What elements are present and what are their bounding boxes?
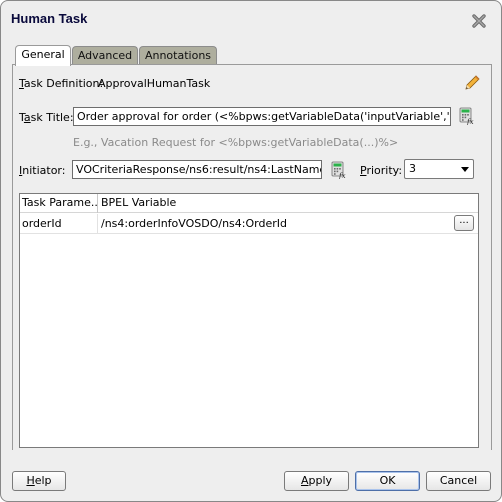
cancel-button[interactable]: Cancel [426,471,491,491]
browse-variable-button[interactable]: ... [454,215,474,231]
task-definition-label: Task Definition: [19,77,104,90]
task-parameters-table: Task Parame... BPEL Variable orderId /ns… [19,193,479,448]
apply-button[interactable]: Apply [284,471,349,491]
tab-advanced-label: Advanced [77,49,133,62]
column-header-task-parameter[interactable]: Task Parame... [20,194,98,213]
tab-general-label: General [21,48,65,61]
task-title-label: Task Title: [19,111,74,124]
chevron-down-icon [461,167,469,172]
task-definition-value: ApprovalHumanTask [98,77,211,90]
tab-advanced[interactable]: Advanced [72,46,138,65]
task-title-input[interactable]: Order approval for order (<%bpws:getVari… [73,107,451,126]
initiator-input[interactable]: VOCriteriaResponse/ns6:result/ns4:LastNa… [72,160,322,179]
dialog-title: Human Task [11,11,88,26]
help-button[interactable]: Help [12,471,66,491]
pencil-icon[interactable] [463,74,481,92]
cell-bpel-variable[interactable]: /ns4:orderInfoVOSDO/ns4:OrderId [99,214,449,233]
priority-select[interactable]: 3 [404,159,474,179]
svg-text:fx: fx [338,172,346,179]
column-header-bpel-variable[interactable]: BPEL Variable [99,194,478,213]
tab-annotations-label: Annotations [144,49,212,62]
tab-annotations[interactable]: Annotations [139,46,217,65]
expression-builder-icon[interactable]: fx [459,107,475,126]
cell-task-parameter: orderId [20,214,98,233]
priority-selected-value: 3 [409,162,416,175]
tab-general[interactable]: General [15,45,71,66]
task-title-hint: E.g., Vacation Request for <%bpws:getVar… [73,136,399,149]
close-icon[interactable] [471,13,487,29]
table-row[interactable]: orderId /ns4:orderInfoVOSDO/ns4:OrderId … [20,214,478,234]
table-header: Task Parame... BPEL Variable [20,194,478,213]
ok-button[interactable]: OK [355,471,420,491]
priority-label: Priority: [360,164,403,177]
human-task-dialog: Human Task General Advanced Annotations … [0,0,502,502]
initiator-label: Initiator: [19,164,66,177]
initiator-expression-builder-icon[interactable]: fx [331,161,347,180]
svg-text:fx: fx [466,118,474,125]
